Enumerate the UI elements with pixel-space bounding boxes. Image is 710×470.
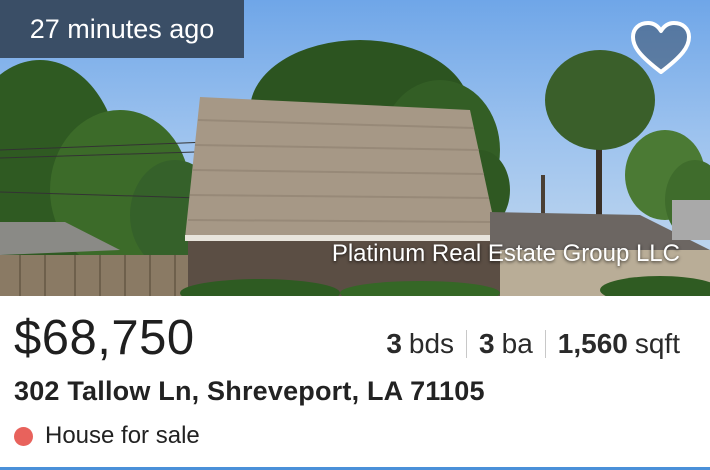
baths-unit: ba (501, 328, 533, 359)
photo-credit-watermark: Platinum Real Estate Group LLC (331, 240, 680, 267)
listing-photo[interactable]: 27 minutes ago Platinum Real Estate Grou… (0, 0, 710, 296)
status-dot-icon (14, 426, 33, 446)
listing-status: House for sale (14, 422, 200, 450)
heart-icon (631, 21, 691, 74)
listing-age-badge: 27 minutes ago (0, 0, 244, 58)
listing-address[interactable]: 302 Tallow Ln, Shreveport, LA 71105 (14, 376, 485, 407)
beds-unit: bds (408, 328, 455, 359)
favorite-button[interactable] (630, 20, 692, 76)
listing-price: $68,750 (14, 311, 195, 365)
facts-divider (466, 330, 468, 358)
baths-count: 3 (479, 328, 495, 359)
listing-card[interactable]: 27 minutes ago Platinum Real Estate Grou… (0, 0, 710, 470)
sqft-count: 1,560 (557, 328, 628, 359)
beds-count: 3 (386, 328, 402, 359)
sqft-unit: sqft (634, 328, 680, 359)
facts-divider (544, 330, 546, 358)
status-label: House for sale (45, 422, 200, 449)
listing-facts: 3 bds 3 ba 1,560 sqft (386, 328, 680, 360)
